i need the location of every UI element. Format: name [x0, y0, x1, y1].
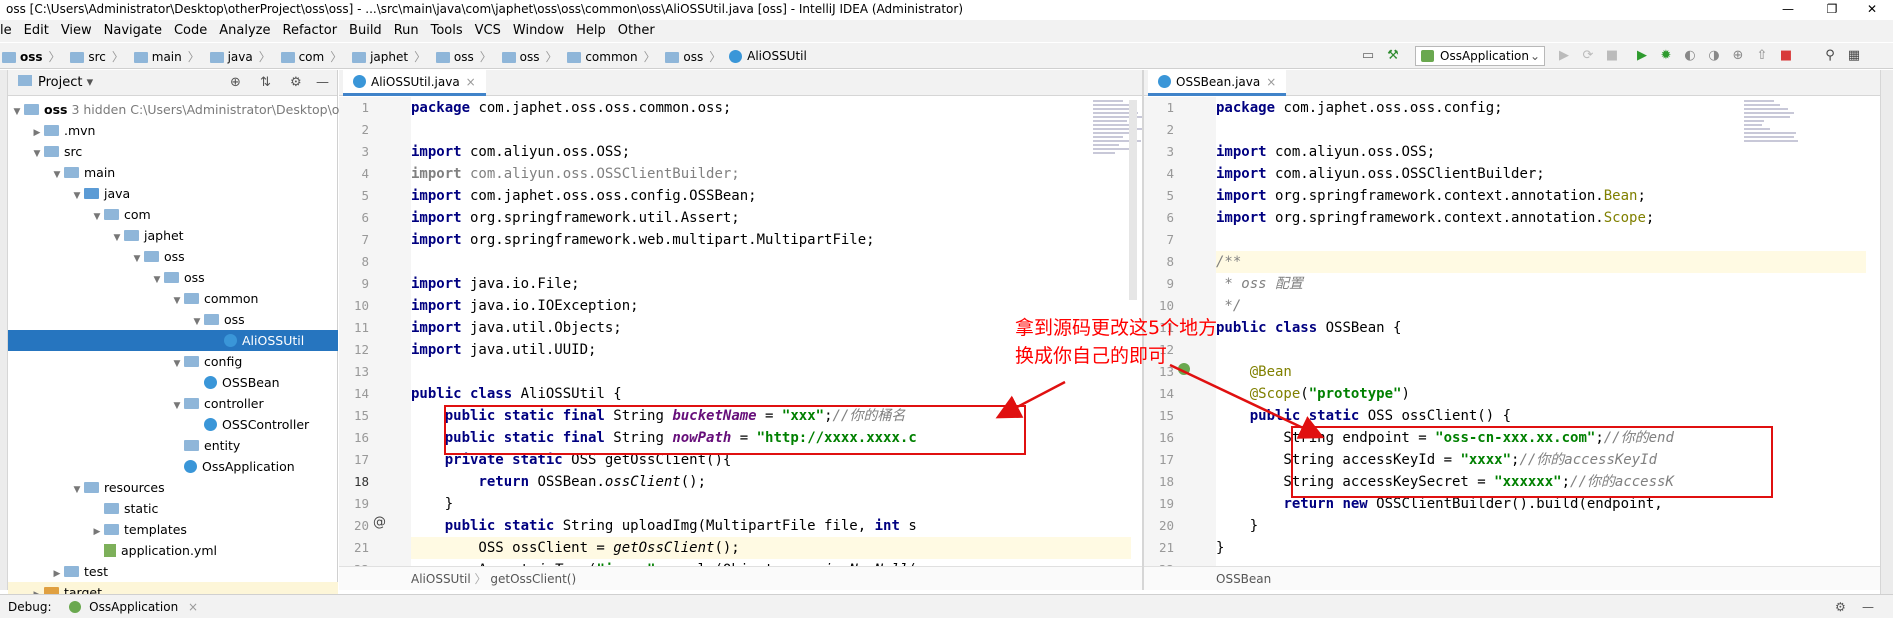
annotation-arrows [995, 363, 1325, 439]
spring-icon [69, 601, 82, 613]
close-tab-icon[interactable]: × [188, 600, 198, 614]
debug-session-tab[interactable]: OssApplication [89, 600, 178, 614]
arrow-to-right-box [1169, 363, 1325, 439]
gear-icon[interactable]: ⚙ [1835, 595, 1846, 619]
hide-icon[interactable]: — [1862, 595, 1874, 619]
arrow-to-left-box [995, 380, 1066, 419]
debug-label: Debug: [8, 600, 52, 614]
debug-tool-bar: Debug: OssApplication × ⚙ — [0, 594, 1893, 618]
